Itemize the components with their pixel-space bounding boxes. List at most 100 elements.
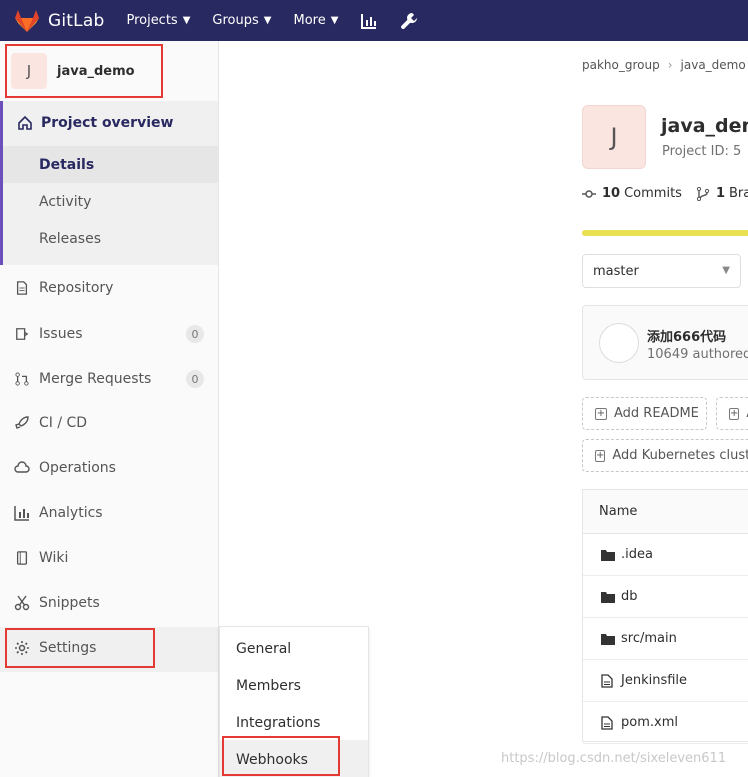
project-avatar-large: J (582, 105, 646, 169)
project-id: Project ID: 5 (662, 144, 742, 159)
gitlab-logo[interactable]: GitLab (14, 9, 104, 33)
add-kubernetes-label: Add Kubernetes cluste (612, 448, 748, 463)
breadcrumb: pakho_group › java_demo › (582, 58, 748, 72)
table-header: Name (583, 490, 748, 534)
merge-requests-count-badge: 0 (186, 370, 204, 388)
folder-icon (601, 632, 615, 646)
table-row[interactable]: Jenkinsfile (583, 660, 748, 702)
admin-wrench-icon[interactable] (400, 12, 418, 30)
chevron-down-icon: ▼ (182, 15, 191, 26)
sidebar-subitem-activity[interactable]: Activity (39, 194, 91, 210)
sidebar-subitem-details[interactable]: Details (39, 157, 94, 173)
projects-menu[interactable]: Projects ▼ (126, 13, 190, 28)
sidebar-item-label: Project overview (41, 115, 174, 131)
sidebar-item-label: Snippets (39, 595, 100, 611)
sidebar-item-label: Issues (39, 326, 83, 342)
file-name: .idea (621, 547, 653, 562)
sidebar-item-issues[interactable]: Issues 0 (14, 325, 204, 343)
sidebar-item-label: Analytics (39, 505, 103, 521)
sidebar-item-label: Operations (39, 460, 116, 476)
branch-icon (696, 186, 710, 201)
annotation-box-settings (5, 628, 155, 668)
scissors-icon (14, 595, 30, 611)
sidebar-item-repository[interactable]: Repository (14, 280, 204, 296)
sidebar-subitem-releases[interactable]: Releases (39, 231, 101, 247)
plus-icon: + (729, 407, 740, 420)
table-row[interactable]: src/main (583, 618, 748, 660)
issues-count-badge: 0 (186, 325, 204, 343)
sidebar-item-snippets[interactable]: Snippets (14, 595, 204, 611)
more-menu[interactable]: More ▼ (293, 13, 338, 28)
sidebar-item-merge-requests[interactable]: Merge Requests 0 (14, 370, 204, 388)
commits-link[interactable]: 10 Commits (602, 186, 682, 201)
avatar[interactable] (599, 323, 639, 363)
sidebar-item-label: Repository (39, 280, 114, 296)
column-header-name: Name (599, 504, 638, 519)
table-row[interactable]: .idea (583, 534, 748, 576)
bar-chart-icon (14, 505, 30, 521)
groups-menu[interactable]: Groups ▼ (212, 13, 271, 28)
tanuki-icon (15, 9, 39, 32)
file-icon (601, 673, 615, 688)
sidebar-item-label: CI / CD (39, 415, 88, 431)
plus-icon: + (595, 449, 606, 462)
table-row[interactable]: pom.xml (583, 702, 748, 744)
commit-icon (582, 187, 596, 201)
annotation-box-webhooks (222, 736, 340, 776)
language-bar-fill (582, 230, 748, 236)
projects-menu-label: Projects (126, 13, 178, 28)
home-icon (18, 115, 32, 130)
branches-label: Bran (728, 186, 748, 201)
activity-chart-icon[interactable] (360, 12, 378, 30)
issues-icon (14, 326, 30, 342)
watermark: https://blog.csdn.net/sixeleven611 (501, 751, 727, 766)
sidebar-item-wiki[interactable]: Wiki (14, 550, 204, 566)
folder-icon (601, 548, 615, 562)
top-navbar: GitLab Projects ▼ Groups ▼ More ▼ (0, 0, 748, 41)
sidebar-item-project-overview[interactable]: Project overview (17, 115, 173, 131)
add-kubernetes-button[interactable]: + Add Kubernetes cluste (582, 439, 748, 472)
annotation-box-project (5, 44, 163, 98)
branch-dropdown-value: master (593, 263, 639, 279)
chevron-right-icon: › (667, 58, 673, 72)
groups-menu-label: Groups (212, 13, 259, 28)
active-item-highlight (3, 146, 218, 183)
table-row[interactable]: db (583, 576, 748, 618)
branch-dropdown[interactable]: master ▼ (582, 254, 741, 288)
flyout-item-members[interactable]: Members (236, 678, 301, 694)
sidebar-item-analytics[interactable]: Analytics (14, 505, 204, 521)
page-title: java_dem (661, 115, 748, 137)
commit-title[interactable]: 添加666代码 (647, 326, 726, 345)
rocket-icon (14, 415, 30, 431)
sidebar-item-operations[interactable]: Operations (14, 460, 204, 476)
file-name: db (621, 589, 638, 604)
file-tree-table: Name .idea db src/main Jenkinsfile pom.x… (582, 489, 748, 744)
commits-count: 10 (602, 186, 621, 201)
chevron-down-icon: ▼ (263, 15, 272, 26)
file-name: pom.xml (621, 715, 678, 730)
chevron-down-icon: ▼ (330, 15, 339, 26)
sidebar-item-cicd[interactable]: CI / CD (14, 415, 204, 431)
sidebar-item-label: Merge Requests (39, 371, 152, 387)
book-icon (14, 550, 30, 566)
flyout-item-integrations[interactable]: Integrations (236, 715, 320, 731)
breadcrumb-group[interactable]: pakho_group (582, 58, 660, 72)
language-bar (582, 230, 748, 236)
branches-count: 1 (715, 186, 725, 201)
add-readme-button[interactable]: + Add README (582, 397, 707, 430)
add-file-button[interactable]: + A (716, 397, 748, 430)
document-icon (14, 280, 30, 296)
sidebar-item-label: Wiki (39, 550, 69, 566)
chevron-down-icon: ▼ (722, 265, 730, 276)
commit-author-info: 10649 authored (647, 347, 748, 362)
merge-request-icon (14, 371, 30, 387)
flyout-item-general[interactable]: General (236, 641, 291, 657)
project-overview-section: Project overview Details Activity Releas… (0, 101, 218, 265)
commits-label: Commits (624, 186, 682, 201)
more-menu-label: More (293, 13, 326, 28)
breadcrumb-project[interactable]: java_demo (681, 58, 746, 72)
plus-icon: + (595, 407, 607, 420)
project-stats: 10Commits 1Bran (582, 186, 748, 201)
branches-link[interactable]: 1Bran (716, 186, 748, 201)
folder-icon (601, 590, 615, 604)
